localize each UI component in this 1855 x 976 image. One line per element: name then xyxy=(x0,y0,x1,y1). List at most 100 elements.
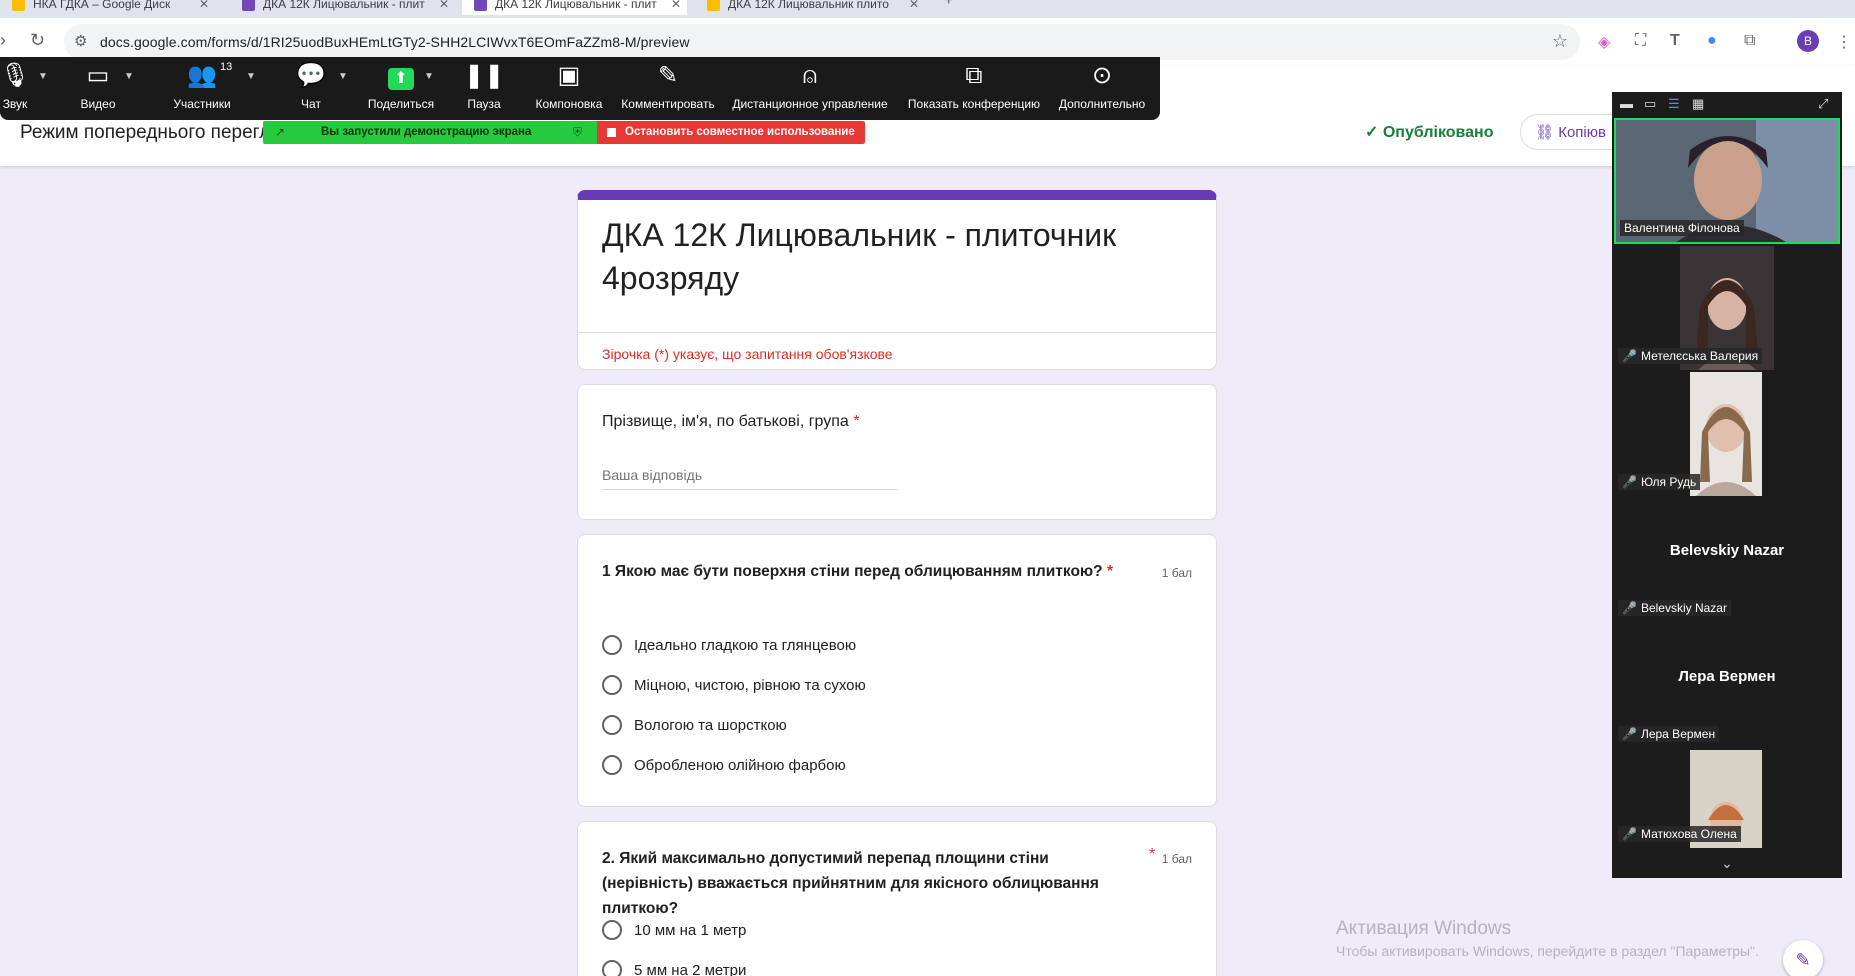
required-asterisk: * xyxy=(1149,846,1156,863)
new-tab-button[interactable]: + xyxy=(944,0,953,10)
published-label: Опубліковано xyxy=(1382,124,1494,141)
browser-menu-icon[interactable]: ⋮ xyxy=(1836,32,1852,52)
close-icon[interactable]: ✕ xyxy=(909,0,919,11)
edit-form-button[interactable]: ✎ xyxy=(1783,940,1823,976)
points-label: 1 бал xyxy=(1161,566,1192,580)
share-arrow-icon: ↗ xyxy=(275,125,286,139)
form-title-card: ДКА 12К Лицювальник - плиточник 4розряду… xyxy=(577,190,1217,370)
close-icon[interactable]: ✕ xyxy=(671,0,681,11)
url-text[interactable]: docs.google.com/forms/d/1RI25uodBuxHEmLt… xyxy=(100,34,690,50)
expand-icon[interactable]: ⤢ xyxy=(1818,96,1828,112)
form-title: ДКА 12К Лицювальник - плиточник 4розряду xyxy=(602,217,1117,296)
radio-option[interactable]: Вологою та шорсткою xyxy=(602,713,787,737)
chevron-down-icon[interactable]: ⌄ xyxy=(1612,855,1842,872)
option-label: Вологою та шорсткою xyxy=(634,716,787,734)
show-meeting-button[interactable]: ⧉ Показать конференцию xyxy=(906,61,1042,111)
participant-tile[interactable]: 🎤 Матюхова Олена xyxy=(1614,750,1840,848)
participant-tile[interactable]: Лера Вермен 🎤 Лера Вермен xyxy=(1614,624,1840,748)
google-drive-icon xyxy=(12,0,25,11)
radio-button[interactable] xyxy=(602,920,622,940)
muted-mic-icon: 🎤 xyxy=(1622,727,1637,741)
option-label: Обробленою олійною фарбою xyxy=(634,756,846,774)
question-card-1: 1 Якою має бути поверхня стіни перед обл… xyxy=(577,534,1217,807)
participants-button[interactable]: 👥 13 Участники ▼ xyxy=(170,61,256,111)
chevron-down-icon[interactable]: ▼ xyxy=(246,71,256,82)
question-text: Прізвище, ім'я, по батькові, група * xyxy=(602,413,860,430)
chevron-down-icon[interactable]: ▼ xyxy=(424,71,434,82)
video-button[interactable]: ▭ Видео ▼ xyxy=(78,61,133,111)
screenshot-icon[interactable]: ⛶ xyxy=(1635,32,1646,50)
browser-tab-form-2[interactable]: ДКА 12К Лицювальник плито ✕ xyxy=(695,0,925,15)
zoom-participant-gallery: ▬ ▭ ☰ ▦ ⤢ Валентина Філонова 🎤 Метелєська… xyxy=(1612,92,1842,878)
chat-button[interactable]: 💬 Чат ▼ xyxy=(296,61,348,111)
translate-icon[interactable]: T xyxy=(1670,32,1680,50)
radio-button[interactable] xyxy=(602,635,622,655)
pause-share-button[interactable]: ❚❚ Пауза xyxy=(464,61,504,111)
radio-option[interactable]: 10 мм на 1 метр xyxy=(602,918,746,942)
participant-tile[interactable]: 🎤 Юля Рудь xyxy=(1614,372,1840,496)
share-screen-button[interactable]: ⬆ Поделиться ▼ xyxy=(366,61,436,111)
participant-tile[interactable]: Belevskiy Nazar 🎤 Belevskiy Nazar xyxy=(1614,498,1840,622)
radio-button[interactable] xyxy=(602,715,622,735)
check-circle-icon: ✓ xyxy=(1365,124,1379,141)
shield-icon: ⛨ xyxy=(573,125,583,139)
profile-avatar[interactable]: B xyxy=(1797,30,1819,52)
muted-mic-icon: 🎤 xyxy=(1622,349,1637,363)
required-note: Зірочка (*) указує, що запитання обов'яз… xyxy=(602,346,893,362)
participant-tile[interactable]: Валентина Філонова xyxy=(1614,118,1840,244)
thumbnail-view-icon[interactable]: ▭ xyxy=(1644,96,1656,112)
chevron-down-icon[interactable]: ▼ xyxy=(124,71,134,82)
tab-title: НКА ГДКА – Google Диск xyxy=(33,0,171,11)
muted-mic-icon: 🎤 xyxy=(1622,827,1637,841)
required-asterisk: * xyxy=(853,413,860,430)
annotate-button[interactable]: ✎ Комментировать xyxy=(620,61,716,111)
chevron-down-icon[interactable]: ▼ xyxy=(38,71,48,82)
speaker-view-icon[interactable]: ☰ xyxy=(1668,96,1680,112)
radio-button[interactable] xyxy=(602,675,622,695)
forward-arrow-icon[interactable]: › xyxy=(0,30,6,51)
extensions-puzzle-icon[interactable]: ⧉ xyxy=(1744,32,1755,50)
browser-tab-form-1[interactable]: ДКА 12К Лицювальник - плит ✕ xyxy=(230,0,455,15)
extension-icon[interactable]: ◈ xyxy=(1598,32,1610,52)
address-bar[interactable]: ⚙ docs.google.com/forms/d/1RI25uodBuxHEm… xyxy=(64,24,1580,60)
radio-option[interactable]: Ідеально гладкою та глянцевою xyxy=(602,633,856,657)
chevron-down-icon[interactable]: ▼ xyxy=(338,71,348,82)
stop-share-button[interactable]: Остановить совместное использование xyxy=(597,121,865,144)
participant-name: 🎤 Метелєська Валерия xyxy=(1618,348,1763,364)
participant-name: 🎤 Belevskiy Nazar xyxy=(1618,600,1731,616)
link-icon: ⛓ xyxy=(1535,124,1555,141)
radio-option[interactable]: Міцною, чистою, рівною та сухою xyxy=(602,673,866,697)
radio-button[interactable] xyxy=(602,755,622,775)
remote-control-button[interactable]: ⍝ Дистанционное управление xyxy=(730,61,890,111)
question-text: 1 Якою має бути поверхня стіни перед обл… xyxy=(602,563,1113,580)
name-answer-input[interactable] xyxy=(602,461,898,490)
chat-icon: 💬 xyxy=(296,62,326,89)
video-camera-icon: ▭ xyxy=(86,62,110,89)
participant-name: Валентина Філонова xyxy=(1620,220,1744,236)
browser-tab-drive[interactable]: НКА ГДКА – Google Диск ✕ xyxy=(0,0,215,15)
participant-name: 🎤 Лера Вермен xyxy=(1618,726,1720,742)
published-status[interactable]: ✓ Опубліковано xyxy=(1365,122,1494,142)
site-settings-icon[interactable]: ⚙ xyxy=(74,32,87,50)
participant-tile[interactable]: 🎤 Метелєська Валерия xyxy=(1614,246,1840,370)
radio-option[interactable]: 5 мм на 2 метри xyxy=(602,958,746,976)
assistant-icon[interactable]: ● xyxy=(1707,32,1717,50)
more-button[interactable]: ⊙ Дополнительно xyxy=(1058,61,1146,111)
reload-icon[interactable]: ↻ xyxy=(30,30,45,51)
bookmark-star-icon[interactable]: ☆ xyxy=(1552,31,1568,52)
close-icon[interactable]: ✕ xyxy=(199,0,209,11)
preview-mode-title: Режим попереднього перегл xyxy=(20,122,271,143)
close-icon[interactable]: ✕ xyxy=(439,0,449,11)
minimize-icon[interactable]: ▬ xyxy=(1620,96,1633,111)
audio-button[interactable]: 🎙 Звук ▼ xyxy=(0,61,48,111)
layout-icon: ▣ xyxy=(557,62,581,89)
radio-option[interactable]: Обробленою олійною фарбою xyxy=(602,753,846,777)
microphone-icon: 🎙 xyxy=(0,62,31,89)
browser-tabstrip: НКА ГДКА – Google Диск ✕ ДКА 12К Лицювал… xyxy=(0,0,1855,18)
gallery-view-icon[interactable]: ▦ xyxy=(1692,96,1704,112)
browser-tab-form-active[interactable]: ДКА 12К Лицювальник - плит ✕ xyxy=(462,0,687,15)
layout-button[interactable]: ▣ Компоновка xyxy=(534,61,604,111)
option-label: 10 мм на 1 метр xyxy=(634,921,747,939)
gallery-toolbar: ▬ ▭ ☰ ▦ ⤢ xyxy=(1612,92,1842,116)
radio-button[interactable] xyxy=(602,960,622,976)
